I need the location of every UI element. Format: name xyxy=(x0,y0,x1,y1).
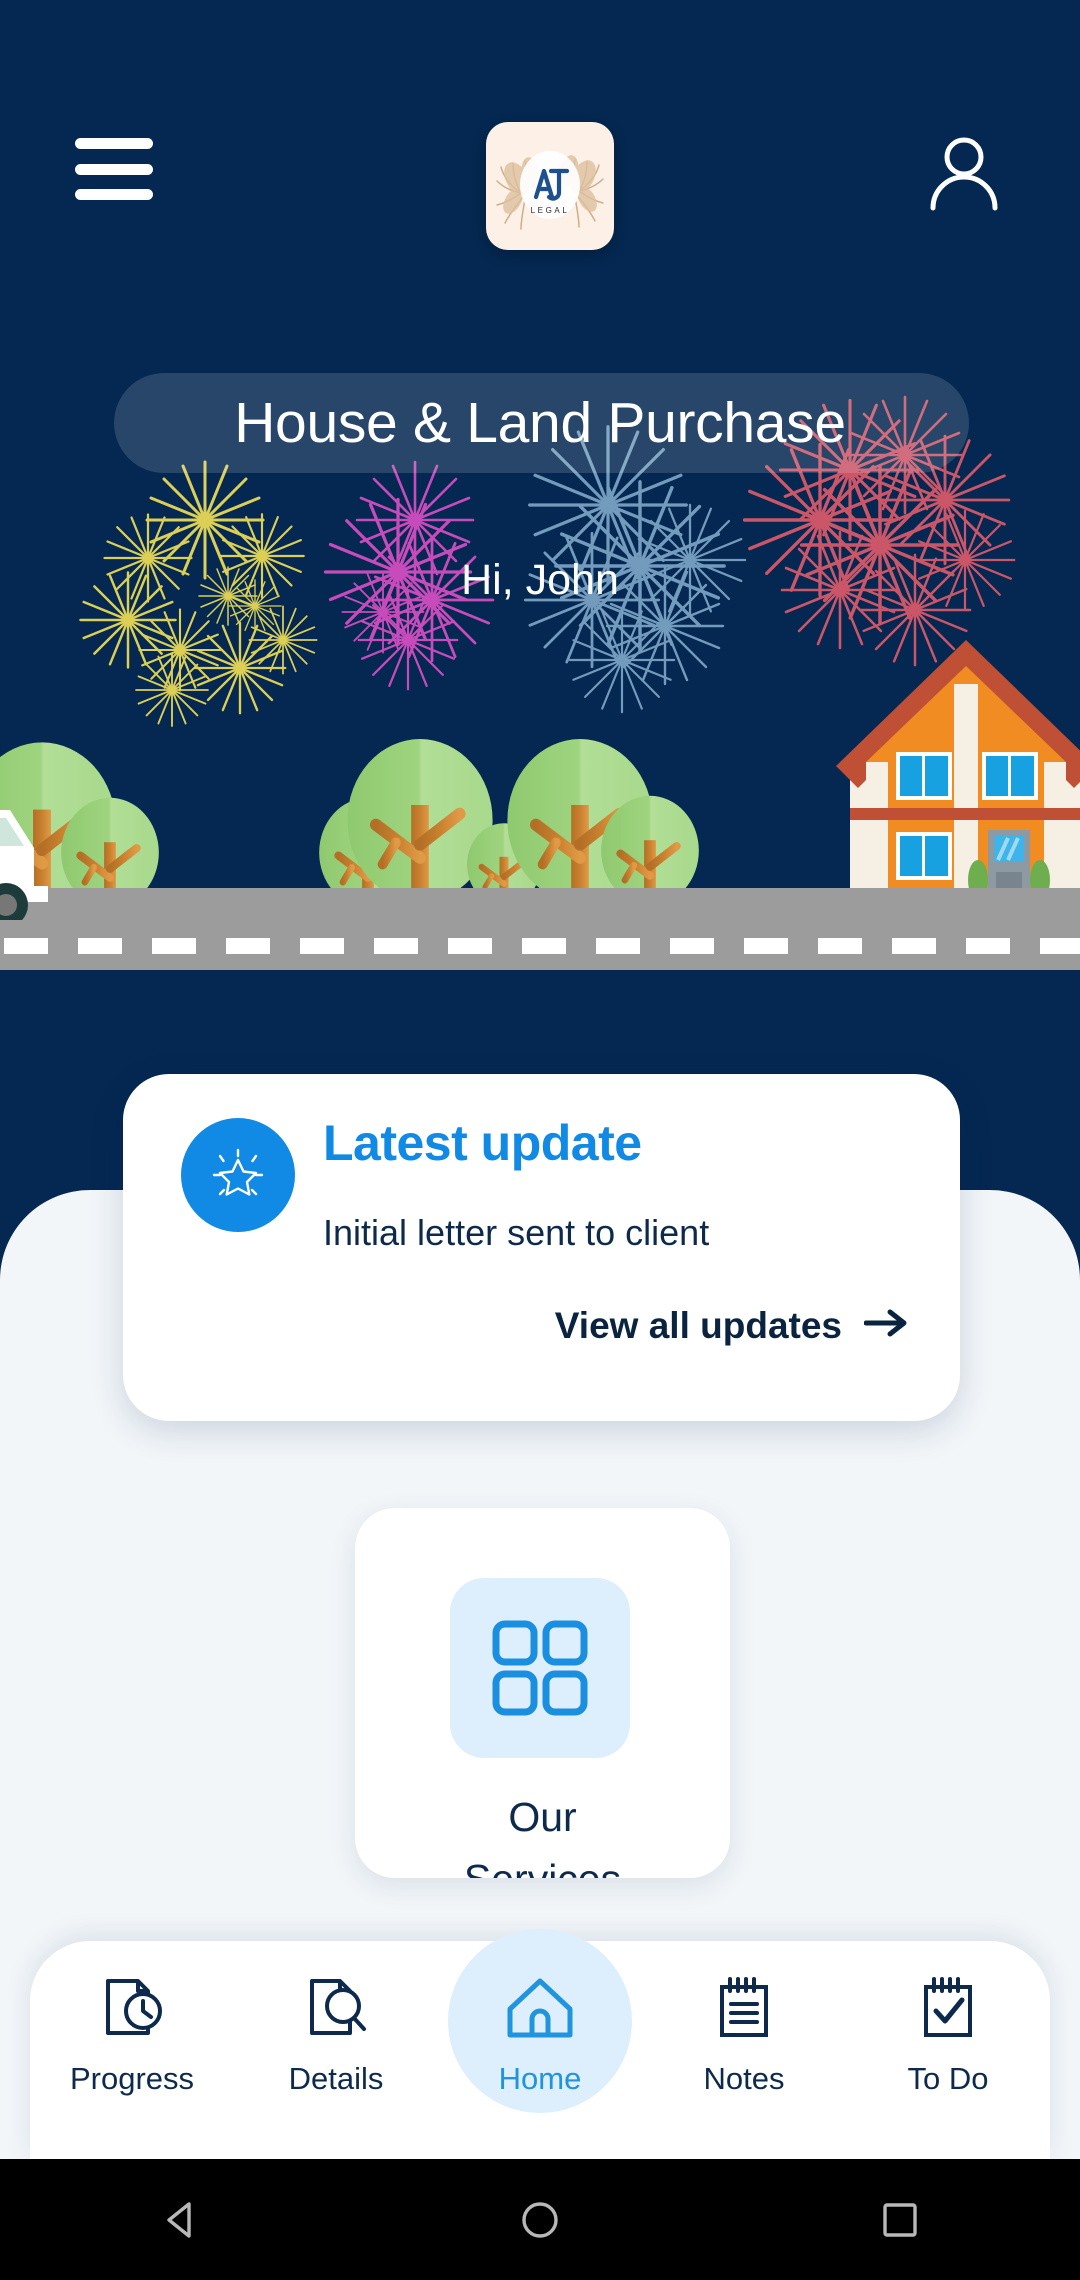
notepad-lines-icon xyxy=(708,1971,780,2047)
bottom-navigation-bar: Progress Details Home Notes To Do xyxy=(30,1929,1050,2159)
road-dashes xyxy=(4,938,1080,954)
hamburger-menu-icon[interactable] xyxy=(75,138,153,200)
latest-update-card[interactable]: Latest update Initial letter sent to cli… xyxy=(123,1074,960,1421)
page-title: House & Land Purchase xyxy=(234,391,846,455)
arrow-right-icon xyxy=(863,1305,908,1347)
view-all-updates-label: View all updates xyxy=(554,1305,842,1346)
android-system-nav xyxy=(0,2159,1080,2280)
nav-item-home[interactable]: Home xyxy=(448,1929,632,2141)
sparkle-star-icon xyxy=(181,1118,295,1232)
nav-item-todo[interactable]: To Do xyxy=(858,1941,1038,2141)
latest-update-title: Latest update xyxy=(323,1115,642,1171)
recents-square-icon[interactable] xyxy=(820,2159,980,2280)
home-circle-icon[interactable] xyxy=(460,2159,620,2280)
latest-update-body: Initial letter sent to client xyxy=(323,1212,710,1253)
back-triangle-icon[interactable] xyxy=(100,2159,260,2280)
our-services-label-line2: Services xyxy=(355,1848,730,1878)
app-screen: House & Land Purchase Hi, John Latest up… xyxy=(0,0,1080,2280)
road xyxy=(0,888,1080,970)
document-clock-icon xyxy=(96,1971,168,2047)
top-app-bar: LEGAL xyxy=(0,0,1080,250)
nav-label-progress: Progress xyxy=(69,2061,195,2096)
view-all-updates-link[interactable]: View all updates xyxy=(555,1305,908,1347)
nav-label-notes: Notes xyxy=(703,2061,785,2096)
house-outline-icon xyxy=(502,1971,578,2047)
our-services-label: Our Services xyxy=(355,1786,730,1878)
grid-four-squares-icon xyxy=(450,1578,630,1758)
our-services-label-line1: Our xyxy=(508,1794,577,1840)
nav-label-details: Details xyxy=(288,2061,384,2096)
ajt-legal-logo[interactable]: LEGAL xyxy=(486,122,614,250)
nav-item-details[interactable]: Details xyxy=(246,1941,426,2141)
document-search-icon xyxy=(300,1971,372,2047)
svg-text:LEGAL: LEGAL xyxy=(531,206,570,215)
nav-label-todo: To Do xyxy=(907,2061,989,2096)
truck-illustration xyxy=(0,810,48,920)
account-person-icon[interactable] xyxy=(926,132,1002,216)
nav-item-progress[interactable]: Progress xyxy=(42,1941,222,2141)
nav-item-notes[interactable]: Notes xyxy=(654,1941,834,2141)
nav-label-home: Home xyxy=(498,2061,582,2096)
notepad-check-icon xyxy=(912,1971,984,2047)
greeting-text: Hi, John xyxy=(461,556,619,604)
our-services-card[interactable]: Our Services xyxy=(355,1508,730,1878)
